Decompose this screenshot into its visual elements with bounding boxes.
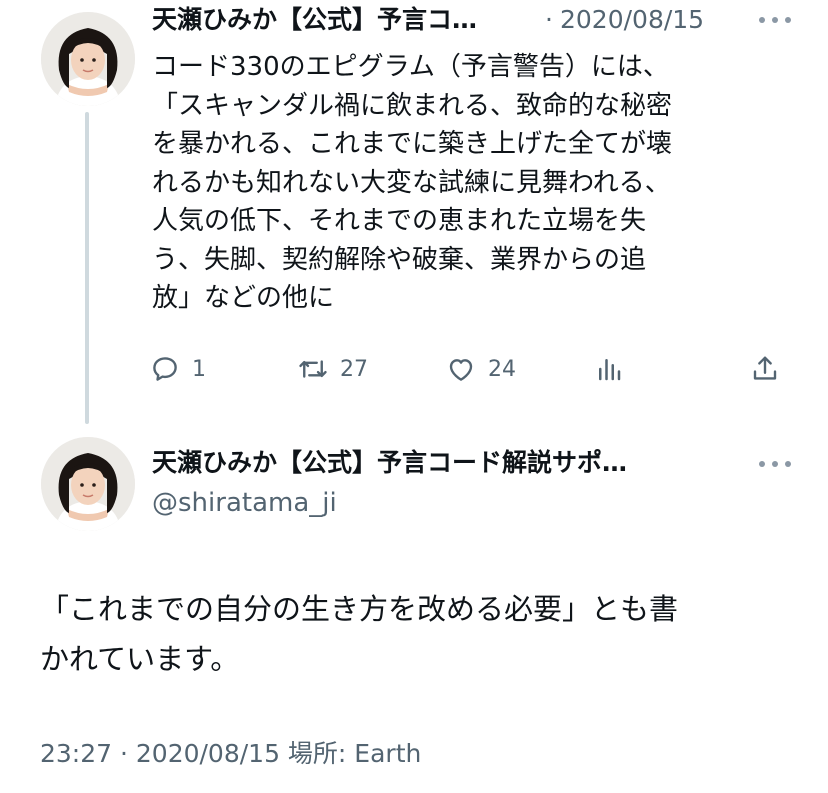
- thread-connector-line: [85, 112, 89, 424]
- avatar[interactable]: [41, 12, 135, 106]
- avatar[interactable]: [41, 437, 135, 531]
- tweet-action-bar: 1 27 24: [150, 349, 790, 389]
- tweet-text-line: 人気の低下、それまでの恵まれた立場を失: [152, 206, 647, 236]
- tweet-text: 「これまでの自分の生き方を改める必要」とも書 かれています。: [40, 584, 800, 684]
- analytics-button[interactable]: [594, 349, 624, 389]
- reply-button[interactable]: 1: [150, 349, 206, 389]
- retweet-button[interactable]: 27: [298, 349, 368, 389]
- share-button[interactable]: [750, 349, 780, 389]
- reply-count: 1: [192, 356, 206, 382]
- meta-separator: ·: [545, 5, 553, 34]
- tweet-text-line: かれています。: [40, 642, 240, 676]
- tweet-text-line: 「これまでの自分の生き方を改める必要」とも書: [40, 592, 679, 626]
- tweet-text-line: れるかも知れない大変な試練に見舞われる、: [152, 167, 671, 198]
- tweet-text-line: 「スキャンダル禍に飲まれる、致命的な秘密: [152, 90, 673, 121]
- share-icon: [753, 356, 777, 380]
- heart-icon: [449, 359, 473, 381]
- author-handle[interactable]: @shiratama_ji: [152, 486, 337, 520]
- retweet-count: 27: [340, 356, 368, 382]
- author-name[interactable]: 天瀬ひみか【公式】予言コ…: [152, 4, 544, 36]
- tweet-date[interactable]: 2020/08/15: [560, 4, 704, 36]
- tweet-text-line: を暴かれる、これまでに築き上げた全てが壊: [152, 129, 673, 159]
- tweet-text-line: う、失脚、契約解除や破棄、業界からの追: [152, 244, 647, 275]
- more-horizontal-icon[interactable]: [759, 458, 791, 470]
- tweet-text-line: 放」などの他に: [152, 283, 335, 313]
- reply-icon: [153, 357, 177, 381]
- tweet-text: コード330のエピグラム（予言警告）には、 「スキャンダル禍に飲まれる、致命的な…: [152, 48, 757, 318]
- more-horizontal-icon[interactable]: [759, 14, 791, 26]
- author-name[interactable]: 天瀬ひみか【公式】予言コード解説サポ…: [152, 447, 722, 479]
- retweet-icon: [299, 360, 327, 378]
- like-button[interactable]: 24: [446, 349, 516, 389]
- tweet-timestamp[interactable]: 23:27 · 2020/08/15 場所: Earth: [40, 736, 421, 772]
- like-count: 24: [488, 356, 516, 382]
- tweet-text-line: コード330のエピグラム（予言警告）には、: [152, 52, 669, 82]
- analytics-icon: [599, 359, 621, 381]
